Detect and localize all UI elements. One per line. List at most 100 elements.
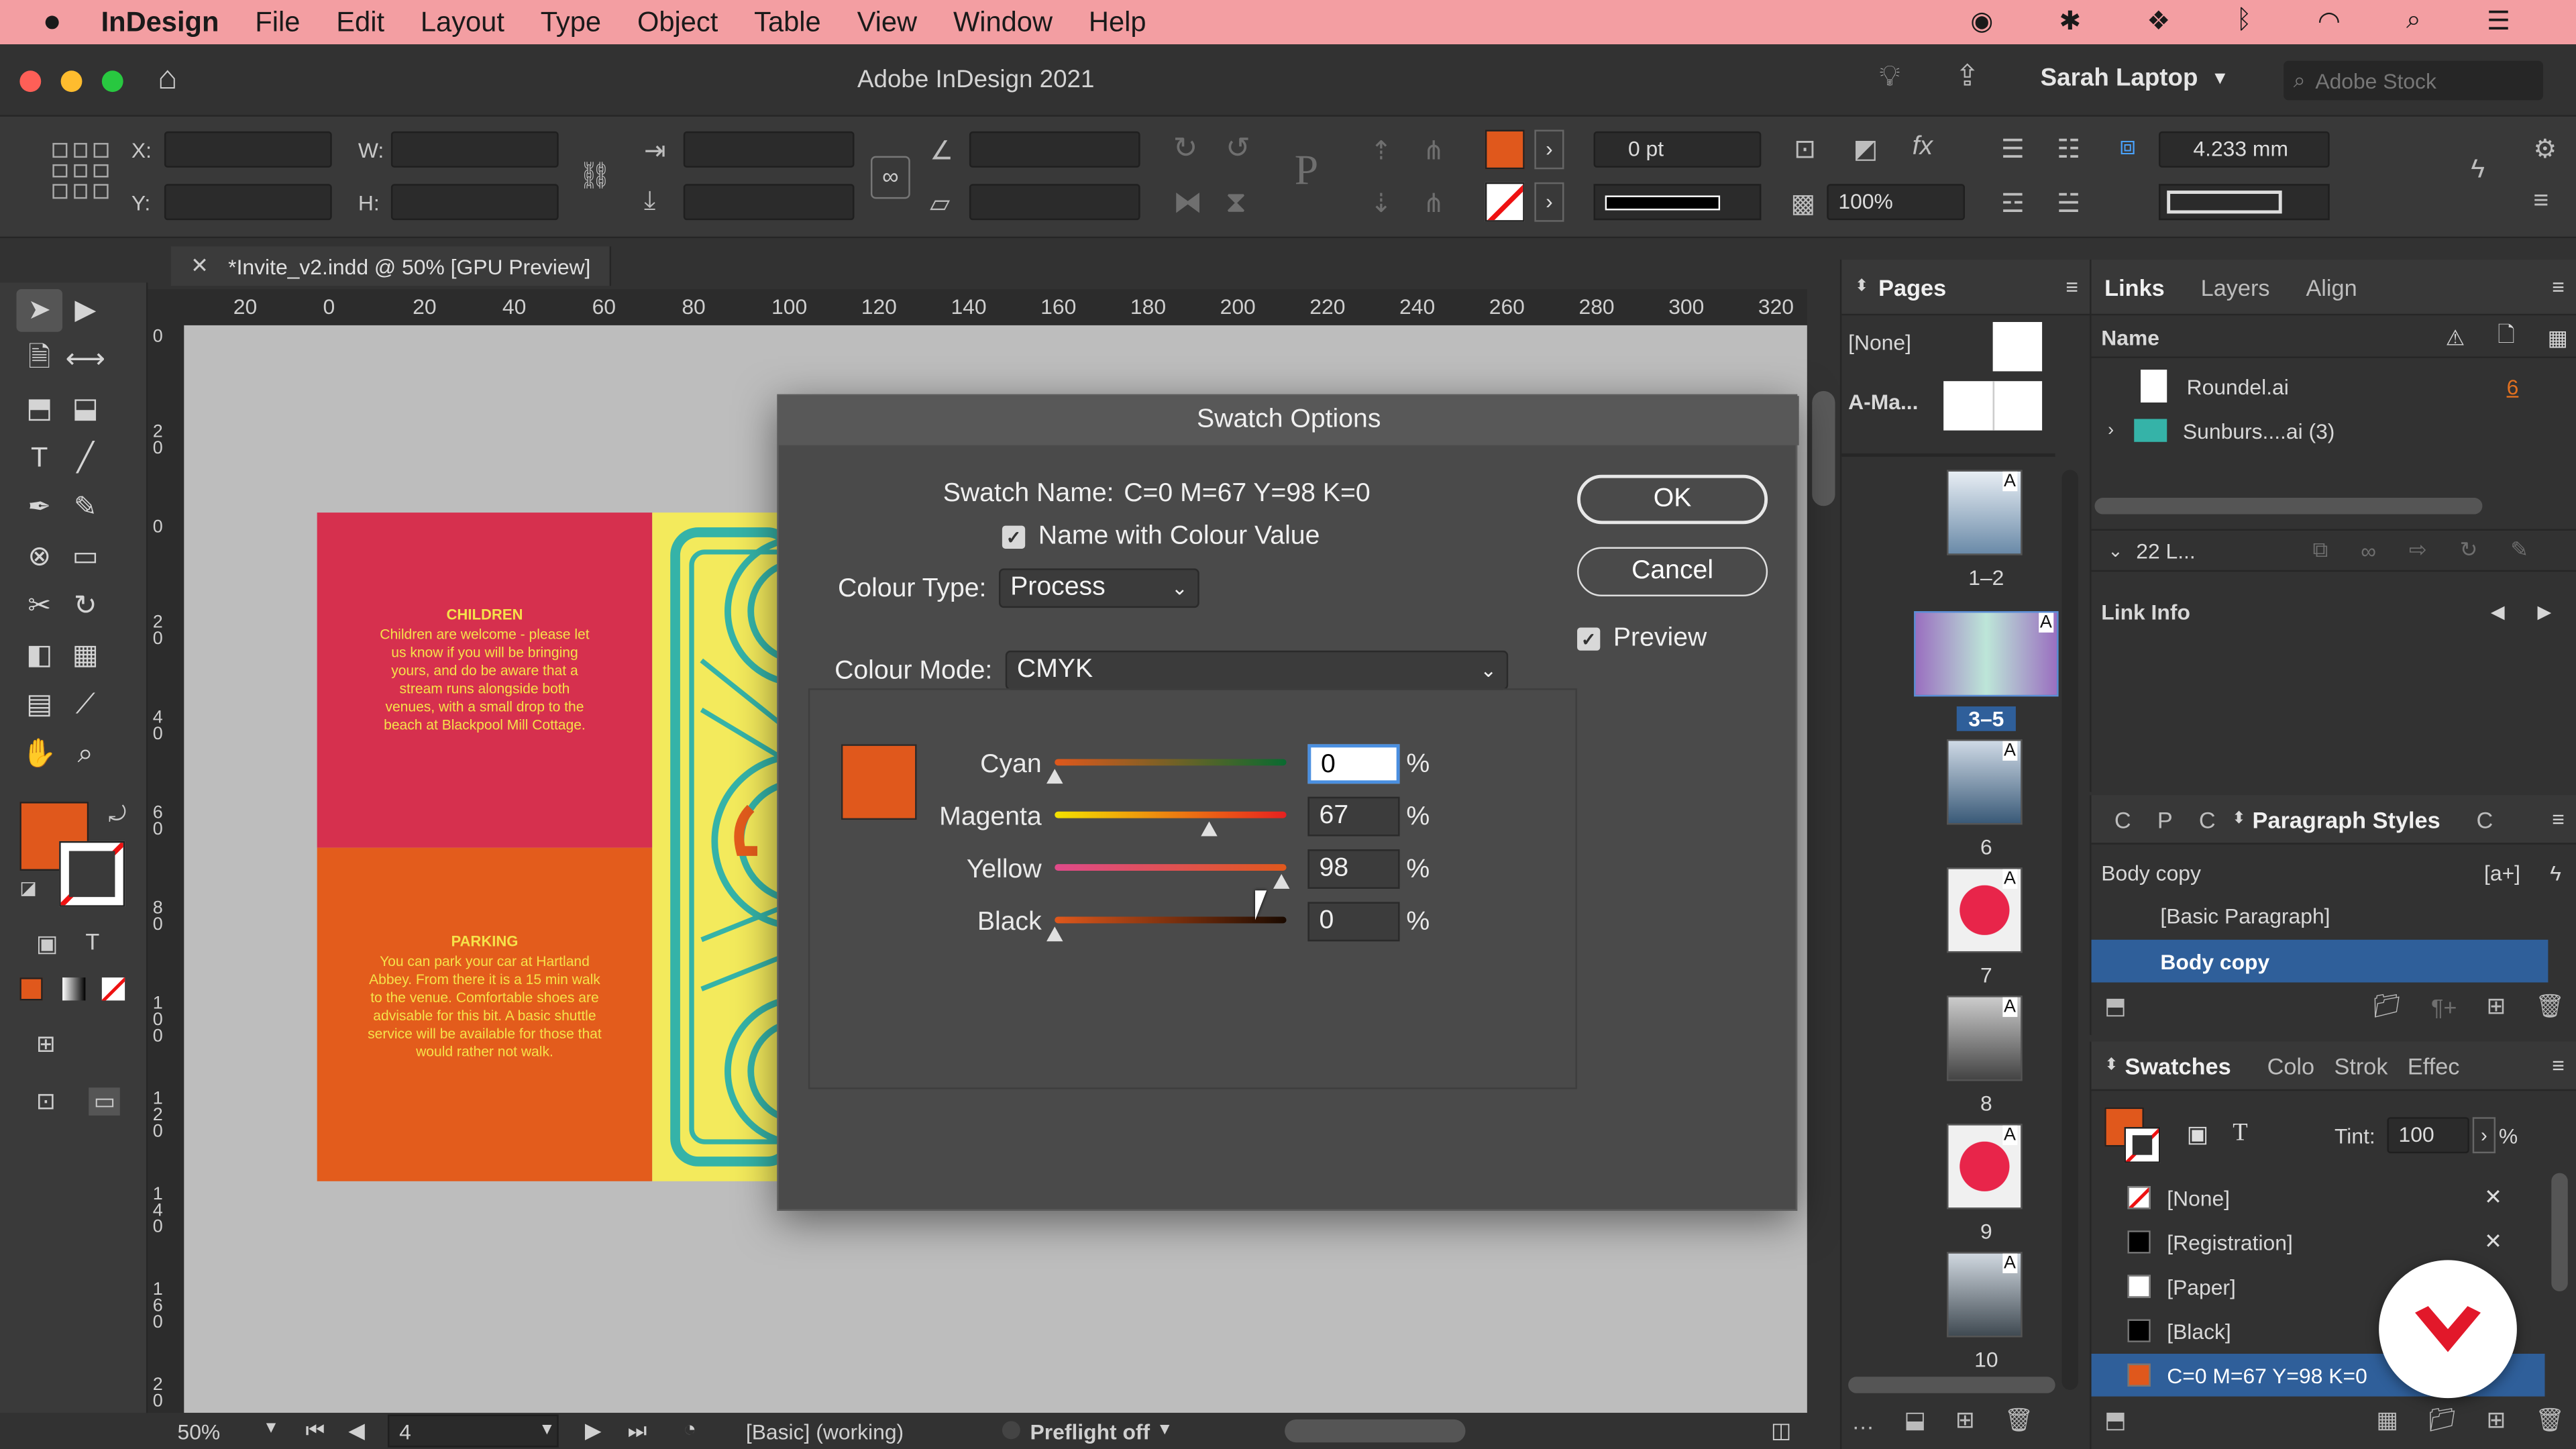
menu-file[interactable]: File	[255, 6, 300, 39]
gap-tool-icon[interactable]: ⟷	[62, 338, 109, 381]
previous-link-icon[interactable]: ◀	[2491, 600, 2505, 622]
a-master-right-thumbnail[interactable]	[1992, 381, 2043, 431]
grid-icon[interactable]: ▦	[2548, 325, 2568, 351]
children-panel[interactable]: CHILDREN Children are welcome - please l…	[317, 513, 653, 848]
stroke-tab[interactable]: Strok	[2334, 1053, 2387, 1079]
text-formatting-icon[interactable]: T	[2233, 1120, 2247, 1148]
apply-gradient-icon[interactable]	[62, 977, 86, 1001]
style-basic-paragraph[interactable]: [Basic Paragraph]	[2160, 904, 2330, 928]
page-chevron-icon[interactable]: ▼	[539, 1421, 555, 1439]
preview-row[interactable]: ✓ Preview	[1577, 625, 1707, 654]
flip-horizontal-icon[interactable]: ⧓	[1173, 186, 1203, 220]
fx-icon[interactable]: fx	[1913, 133, 1933, 162]
rotate-field[interactable]	[969, 131, 1140, 168]
sunburst-artwork[interactable]	[652, 513, 777, 1181]
split-view-icon[interactable]: ◫	[1771, 1417, 1791, 1444]
page-number-label[interactable]: 10	[1937, 1347, 2035, 1372]
collapse-icon[interactable]: ⬍	[2104, 1057, 2118, 1075]
channel-slider-cyan[interactable]	[1055, 759, 1287, 766]
settings-icon[interactable]: ⚙	[2533, 133, 2557, 166]
tint-slider-arrow[interactable]: ›	[2472, 1117, 2496, 1154]
selection-tool-icon[interactable]: ➤	[16, 289, 63, 332]
constrain-link-icon[interactable]: ⛓	[578, 160, 612, 193]
collapse-icon[interactable]: ⬍	[1855, 278, 1869, 296]
opacity-icon[interactable]: ▩	[1790, 187, 1815, 220]
new-page-icon[interactable]: ⊞	[1955, 1406, 1975, 1434]
menu-window[interactable]: Window	[953, 6, 1053, 39]
menu-view[interactable]: View	[857, 6, 918, 39]
preflight-chevron-icon[interactable]: ▼	[1157, 1421, 1173, 1439]
new-color-group-icon[interactable]: 📁︎	[2428, 1406, 2457, 1434]
preview-mode-icon[interactable]: ▭	[89, 1087, 121, 1116]
scale-y-icon[interactable]: ⤓	[644, 187, 655, 217]
document-tab[interactable]: ✕ *Invite_v2.indd @ 50% [GPU Preview]	[170, 246, 612, 286]
links-name-header[interactable]: Name	[2101, 325, 2159, 350]
content-collector-icon[interactable]: ⬒	[16, 388, 62, 431]
y-field[interactable]	[164, 184, 332, 221]
open-page-icon[interactable]: ◔	[684, 1416, 696, 1441]
cell-styles-tab[interactable]: C	[2477, 806, 2493, 832]
eyedropper-tool-icon[interactable]: ⟋	[62, 684, 109, 727]
bluetooth-like-icon[interactable]: ✱	[2059, 5, 2081, 38]
link-page[interactable]: 6	[2507, 374, 2519, 398]
none-master-label[interactable]: [None]	[1848, 330, 1911, 355]
a-master-left-thumbnail[interactable]	[1943, 381, 1993, 431]
select-container-icon[interactable]: ⇡	[1370, 135, 1392, 168]
delete-page-icon[interactable]: 🗑︎	[2004, 1406, 2034, 1434]
auto-fit-icon[interactable]: ⊡	[1794, 133, 1816, 166]
channel-value-yellow[interactable]: 98	[1307, 849, 1400, 889]
scale-x-field[interactable]	[683, 131, 855, 168]
zoom-chevron-icon[interactable]: ▼	[263, 1419, 279, 1438]
page-thumbnail[interactable]: A	[1947, 996, 2023, 1081]
warning-sort-icon[interactable]: ⚠	[2446, 325, 2465, 351]
page-thumbnail[interactable]: A	[1947, 867, 2023, 953]
formatting-text-icon[interactable]: T	[85, 928, 99, 955]
expand-chevron-icon[interactable]: ›	[2108, 421, 2114, 440]
pages-h-scroll-thumb[interactable]	[1848, 1377, 2055, 1393]
rotate-cw-icon[interactable]: ↻	[1173, 131, 1198, 166]
cancel-button[interactable]: Cancel	[1577, 547, 1768, 596]
pages-tab[interactable]: Pages	[1878, 274, 1946, 300]
channel-slider-thumb[interactable]	[1201, 821, 1218, 837]
link-row-roundel[interactable]: Roundel.ai 6	[2092, 365, 2576, 408]
panel-menu-icon[interactable]: ≡	[2552, 274, 2565, 299]
control-center-icon[interactable]: ☰	[2487, 5, 2510, 38]
stroke-color-box[interactable]	[59, 841, 125, 907]
stroke-type-select[interactable]	[1593, 184, 1762, 221]
channel-slider-thumb[interactable]	[1273, 873, 1290, 889]
panel-menu-icon[interactable]: ≡	[2065, 274, 2078, 299]
panel-menu-icon[interactable]: ≡	[2533, 187, 2548, 217]
container-formatting-icon[interactable]: ▣	[2187, 1120, 2208, 1148]
tint-field[interactable]: 100	[2387, 1117, 2469, 1154]
a-master-label[interactable]: A-Ma...	[1848, 389, 1918, 414]
opacity-field[interactable]: 100%	[1827, 184, 1966, 221]
stroke-menu-arrow[interactable]: ›	[1534, 182, 1564, 222]
none-master-thumbnail[interactable]	[1992, 322, 2043, 372]
default-colors-icon[interactable]: ◪	[19, 877, 36, 898]
edit-original-icon[interactable]: ✎	[2510, 537, 2528, 564]
page-number-label[interactable]: 9	[1937, 1219, 2035, 1244]
page-number-label[interactable]: 3–5	[1956, 706, 2016, 731]
chain-icon[interactable]: ∞	[870, 156, 910, 199]
scale-y-field[interactable]	[683, 184, 855, 221]
channel-slider-magenta[interactable]	[1055, 811, 1287, 818]
colour-mode-select[interactable]: CMYK ⌄	[1005, 650, 1509, 690]
line-tool-icon[interactable]: ╱	[62, 437, 109, 480]
relink-cc-icon[interactable]: ⧉	[2312, 537, 2328, 564]
content-placer-icon[interactable]: ⬓	[62, 388, 109, 431]
new-from-style-icon[interactable]: [a+]	[2484, 860, 2520, 885]
page-number-label[interactable]: 8	[1937, 1091, 2035, 1116]
zoom-tool-icon[interactable]: ⌕	[62, 733, 109, 775]
first-page-icon[interactable]: ⏮	[306, 1417, 325, 1444]
align-text-top-icon[interactable]: ☰	[2001, 133, 2025, 166]
collapse-icon[interactable]: ⬍	[2232, 810, 2246, 828]
rotate-angle-icon[interactable]: ∠	[930, 135, 953, 168]
pen-tool-icon[interactable]: ✒	[16, 486, 62, 529]
w-field[interactable]	[390, 131, 559, 168]
user-menu[interactable]: Sarah Laptop ▼	[2041, 64, 2229, 93]
fill-swatch[interactable]	[1485, 129, 1525, 170]
share-icon[interactable]: ⇪	[1955, 59, 1980, 93]
zoom-level[interactable]: 50%	[177, 1419, 220, 1444]
channel-slider-thumb[interactable]	[1046, 769, 1063, 784]
align-bottom-icon[interactable]: ☱	[2057, 187, 2080, 220]
